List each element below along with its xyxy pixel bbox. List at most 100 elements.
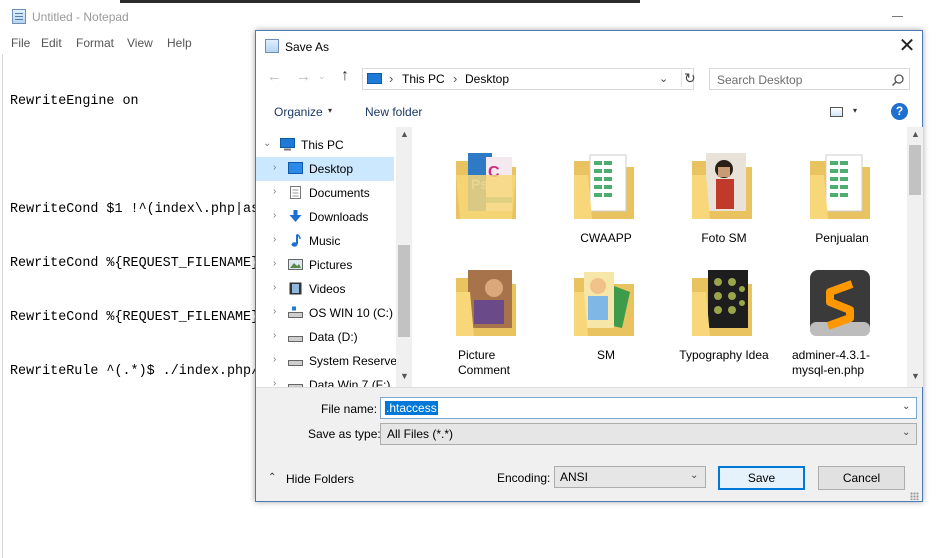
recent-locations-icon[interactable]: ⌄: [318, 71, 326, 82]
scroll-up-icon[interactable]: ▲: [911, 129, 920, 139]
scroll-down-icon[interactable]: ▼: [400, 371, 409, 381]
tree-item-desktop[interactable]: › Desktop: [256, 157, 394, 181]
chevron-down-icon[interactable]: ⌄: [902, 427, 910, 438]
file-item[interactable]: Ps C: [434, 131, 542, 249]
file-name-value: .htaccess: [385, 401, 438, 415]
resize-grip-icon[interactable]: [910, 492, 919, 500]
cancel-button[interactable]: Cancel: [818, 466, 905, 490]
chevron-right-icon[interactable]: ›: [273, 162, 276, 173]
drive-icon: [288, 306, 303, 318]
chevron-right-icon[interactable]: ›: [273, 210, 276, 221]
tree-label: Data (D:): [309, 330, 358, 344]
file-item[interactable]: Penjualan: [788, 131, 896, 249]
breadcrumb-desktop[interactable]: Desktop: [465, 72, 509, 86]
file-label: CWAAPP: [580, 231, 632, 245]
chevron-right-icon[interactable]: ›: [273, 306, 276, 317]
notepad-titlebar: Untitled - Notepad: [0, 0, 936, 34]
tree-item-documents[interactable]: › Documents: [256, 181, 394, 205]
file-item[interactable]: Foto SM: [670, 131, 778, 249]
file-item[interactable]: SM: [552, 248, 660, 366]
chevron-down-icon[interactable]: ⌄: [659, 72, 668, 85]
caret-down-icon[interactable]: ▾: [328, 106, 332, 115]
tree-item-downloads[interactable]: › Downloads: [256, 205, 394, 229]
taskbar-strip: [120, 0, 640, 3]
tree-item-drive-c[interactable]: › OS WIN 10 (C:): [256, 301, 394, 325]
breadcrumb-this-pc[interactable]: This PC: [402, 72, 445, 86]
tree-item-pictures[interactable]: › Pictures: [256, 253, 394, 277]
tree-item-videos[interactable]: › Videos: [256, 277, 394, 301]
file-scrollbar[interactable]: ▲ ▼: [907, 127, 923, 387]
chevron-right-icon[interactable]: ›: [389, 71, 393, 86]
pictures-icon: [288, 259, 303, 270]
chevron-down-icon[interactable]: ⌄: [263, 138, 271, 149]
minimize-icon[interactable]: [892, 16, 903, 17]
drive-icon: [288, 360, 303, 366]
file-item[interactable]: Typography Idea: [670, 248, 778, 366]
new-folder-button[interactable]: New folder: [365, 105, 422, 119]
folder-icon: [574, 272, 634, 336]
menu-format[interactable]: Format: [76, 36, 114, 50]
tree-item-music[interactable]: › Music: [256, 229, 394, 253]
view-options-icon[interactable]: [830, 107, 843, 117]
file-item[interactable]: CWAAPP: [552, 131, 660, 249]
save-type-value: All Files (*.*): [387, 427, 454, 441]
tree-item-drive-f[interactable]: › Data Win 7 (F:): [256, 373, 394, 387]
tree-item-system-reserved[interactable]: › System Reserved: [256, 349, 404, 373]
notepad-icon: [12, 9, 26, 24]
tree-label: Desktop: [309, 162, 354, 176]
monitor-icon: [280, 138, 295, 151]
save-type-select[interactable]: All Files (*.*) ⌄: [380, 423, 917, 445]
forward-arrow-icon[interactable]: →: [296, 68, 311, 85]
chevron-right-icon[interactable]: ›: [453, 71, 457, 86]
music-icon: [291, 234, 301, 247]
chevron-down-icon[interactable]: ⌄: [690, 470, 698, 481]
file-item[interactable]: Picture Comment: [434, 248, 542, 377]
chevron-right-icon[interactable]: ›: [273, 258, 276, 269]
file-list-pane: Ps C CWAAPP: [412, 127, 908, 387]
tree-label: Documents: [309, 186, 370, 200]
help-icon[interactable]: ?: [891, 103, 908, 120]
chevron-down-icon[interactable]: ⌄: [902, 401, 910, 412]
save-button[interactable]: Save: [718, 466, 805, 490]
tree-item-this-pc[interactable]: ⌄ This PC: [256, 133, 394, 157]
address-bar[interactable]: › This PC › Desktop ⌄ ↻: [362, 68, 696, 90]
scroll-thumb[interactable]: [909, 145, 921, 195]
tree-item-drive-d[interactable]: › Data (D:): [256, 325, 394, 349]
chevron-right-icon[interactable]: ›: [273, 378, 276, 387]
caret-down-icon[interactable]: ▾: [853, 106, 857, 115]
scroll-thumb[interactable]: [398, 245, 410, 337]
file-name-input[interactable]: .htaccess ⌄: [380, 397, 917, 419]
drive-icon: [288, 336, 303, 342]
chevron-right-icon[interactable]: ›: [273, 186, 276, 197]
tree-label: Videos: [309, 282, 346, 296]
close-icon[interactable]: ✕: [894, 34, 920, 58]
tree-label: This PC: [301, 138, 344, 152]
menu-file[interactable]: File: [11, 36, 30, 50]
dialog-titlebar: Save As ✕: [256, 31, 922, 61]
nav-scrollbar[interactable]: ▲ ▼: [396, 127, 412, 387]
chevron-right-icon[interactable]: ›: [273, 354, 276, 365]
scroll-up-icon[interactable]: ▲: [400, 129, 409, 139]
this-pc-icon: [367, 73, 382, 84]
search-input[interactable]: Search Desktop: [709, 68, 910, 90]
file-item[interactable]: adminer-4.3.1-mysql-en.php: [788, 248, 896, 377]
tree-label: Downloads: [309, 210, 369, 224]
documents-icon: [290, 186, 301, 199]
organize-button[interactable]: Organize: [274, 105, 323, 119]
download-icon: [289, 210, 302, 222]
folder-icon: [692, 270, 752, 336]
file-label: SM: [597, 348, 615, 362]
back-arrow-icon[interactable]: ←: [267, 68, 282, 85]
encoding-select[interactable]: ANSI ⌄: [554, 466, 706, 488]
search-icon: [891, 74, 904, 87]
menu-edit[interactable]: Edit: [41, 36, 62, 50]
menu-view[interactable]: View: [127, 36, 153, 50]
chevron-right-icon[interactable]: ›: [273, 282, 276, 293]
menu-help[interactable]: Help: [167, 36, 192, 50]
scroll-down-icon[interactable]: ▼: [911, 371, 920, 381]
refresh-icon[interactable]: ↻: [681, 70, 696, 87]
up-arrow-icon[interactable]: ↑: [341, 67, 349, 85]
chevron-up-icon: ⌃: [268, 472, 277, 483]
chevron-right-icon[interactable]: ›: [273, 234, 276, 245]
chevron-right-icon[interactable]: ›: [273, 330, 276, 341]
